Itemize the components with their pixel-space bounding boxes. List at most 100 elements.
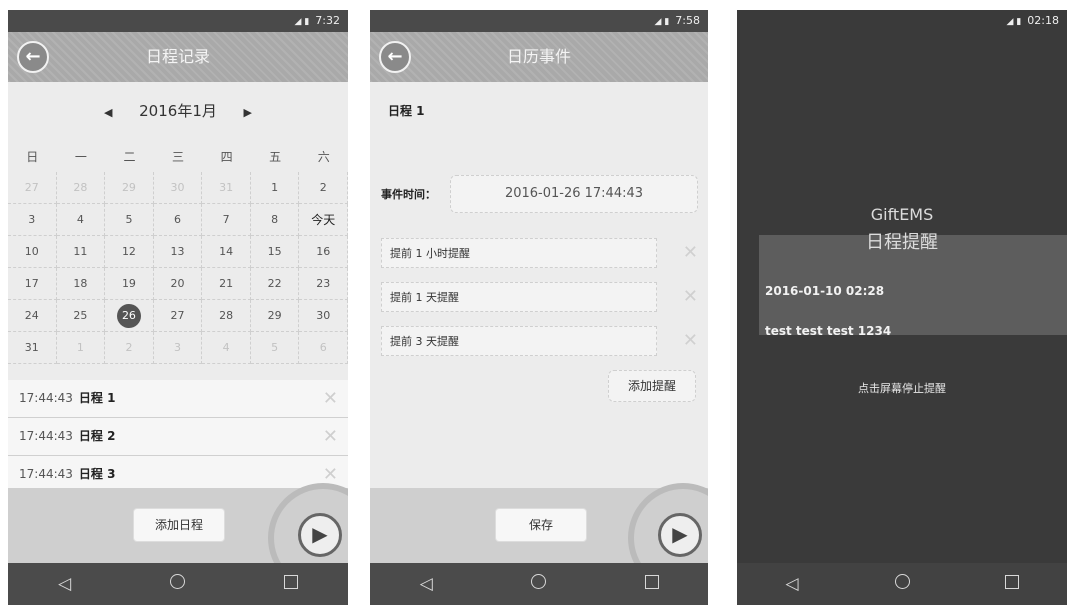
calendar-week: 17 18 19 20 21 22 23: [8, 268, 348, 300]
event-name: 日程 3: [78, 467, 116, 481]
calendar-day[interactable]: 25: [56, 300, 106, 332]
calendar-day[interactable]: 5: [250, 332, 300, 364]
calendar-day[interactable]: 4: [202, 332, 251, 364]
signal-icon: ◢ ▮: [294, 17, 310, 27]
selected-day-label: 26: [116, 304, 141, 328]
event-time-field[interactable]: 2016-01-26 17:44:43: [450, 175, 698, 213]
reminder-item[interactable]: 提前 3 天提醒: [381, 326, 657, 356]
close-icon[interactable]: ✕: [683, 242, 698, 263]
event-detail-screen: ◢ ▮ 7:58 ← 日历事件 日程 1 事件时间： 2016-01-26 17:…: [370, 10, 708, 605]
calendar-day[interactable]: 18: [56, 268, 106, 300]
play-icon[interactable]: ▶: [658, 513, 702, 557]
calendar-day[interactable]: 8: [250, 204, 300, 236]
weekday-label: 三: [172, 150, 185, 164]
calendar-day[interactable]: 20: [153, 268, 203, 300]
close-icon[interactable]: ✕: [323, 418, 338, 455]
app-name: GiftEMS: [870, 205, 934, 224]
alarm-title: 日程提醒: [866, 232, 938, 253]
home-circle-icon[interactable]: [887, 574, 917, 594]
recents-square-icon[interactable]: [997, 574, 1027, 594]
calendar-day[interactable]: 1: [56, 332, 106, 364]
calendar-day[interactable]: 1: [250, 172, 300, 204]
close-icon[interactable]: ✕: [683, 286, 698, 307]
weekday-label: 二: [123, 150, 136, 164]
calendar-screen: ◢ ▮ 7:32 ← 日程记录 ◀ 2016年1月 ▶ 日 一 二 三 四 五 六…: [8, 10, 348, 605]
bottom-toolbar: 保存 ▶: [370, 483, 708, 593]
calendar-day[interactable]: 3: [8, 204, 57, 236]
stop-hint[interactable]: 点击屏幕停止提醒: [737, 380, 1067, 396]
calendar-day[interactable]: 3: [153, 332, 203, 364]
calendar-day[interactable]: 6: [299, 332, 348, 364]
calendar-day[interactable]: 5: [105, 204, 154, 236]
calendar-day[interactable]: 30: [299, 300, 348, 332]
calendar-day[interactable]: 2: [105, 332, 154, 364]
calendar-day[interactable]: 24: [8, 300, 57, 332]
back-triangle-icon[interactable]: ◁: [777, 574, 807, 594]
calendar-day[interactable]: 14: [202, 236, 251, 268]
calendar-day[interactable]: 13: [153, 236, 203, 268]
calendar-day[interactable]: 4: [56, 204, 106, 236]
home-circle-icon[interactable]: [163, 574, 193, 594]
reminder-item[interactable]: 提前 1 天提醒: [381, 282, 657, 312]
calendar-grid: 日 一 二 三 四 五 六 27 28 29 30 31 1 2 3 4 5 6…: [8, 142, 348, 364]
prev-month-icon[interactable]: ◀: [98, 106, 118, 119]
home-circle-icon[interactable]: [524, 574, 554, 594]
reminder-item[interactable]: 提前 1 小时提醒: [381, 238, 657, 268]
back-triangle-icon[interactable]: ◁: [411, 574, 441, 594]
weekday-label: 一: [74, 150, 87, 164]
calendar-day[interactable]: 31: [202, 172, 251, 204]
calendar-day[interactable]: 7: [202, 204, 251, 236]
status-bar: ◢ ▮ 7:32: [8, 10, 348, 32]
close-icon[interactable]: ✕: [683, 330, 698, 351]
system-nav-bar: ◁: [370, 563, 708, 605]
calendar-day[interactable]: 22: [250, 268, 300, 300]
add-schedule-button[interactable]: 添加日程: [133, 508, 225, 542]
list-item[interactable]: 17:44:43 日程 1 ✕: [8, 380, 348, 418]
today-cell[interactable]: 今天: [299, 204, 348, 236]
calendar-day[interactable]: 15: [250, 236, 300, 268]
calendar-week: 3 4 5 6 7 8 今天: [8, 204, 348, 236]
calendar-day[interactable]: 21: [202, 268, 251, 300]
calendar-day[interactable]: 12: [105, 236, 154, 268]
event-list: 17:44:43 日程 1 ✕ 17:44:43 日程 2 ✕ 17:44:43 日程 3…: [8, 380, 348, 494]
event-name: 日程 2: [78, 429, 116, 443]
calendar-day[interactable]: 23: [299, 268, 348, 300]
status-time: 7:32: [315, 14, 340, 27]
weekday-header: 日 一 二 三 四 五 六: [8, 142, 348, 172]
event-time-row: 事件时间： 2016-01-26 17:44:43: [370, 175, 708, 215]
selected-day[interactable]: 26: [105, 300, 154, 332]
recents-square-icon[interactable]: [637, 574, 667, 594]
calendar-day[interactable]: 31: [8, 332, 57, 364]
calendar-day[interactable]: 10: [8, 236, 57, 268]
calendar-day[interactable]: 19: [105, 268, 154, 300]
list-item[interactable]: 17:44:43 日程 2 ✕: [8, 418, 348, 456]
calendar-day[interactable]: 29: [105, 172, 154, 204]
play-icon[interactable]: ▶: [298, 513, 342, 557]
calendar-day[interactable]: 16: [299, 236, 348, 268]
weekday-label: 五: [269, 150, 282, 164]
calendar-day[interactable]: 28: [56, 172, 106, 204]
calendar-day[interactable]: 2: [299, 172, 348, 204]
weekday-label: 六: [317, 150, 330, 164]
calendar-day[interactable]: 11: [56, 236, 106, 268]
calendar-day[interactable]: 17: [8, 268, 57, 300]
calendar-day[interactable]: 27: [153, 300, 203, 332]
next-month-icon[interactable]: ▶: [238, 106, 258, 119]
alarm-message: test test test 1234: [765, 324, 892, 338]
reminder-alarm-screen[interactable]: ◢ ▮ 02:18 GiftEMS 日程提醒 2016-01-10 02:28 t…: [737, 10, 1067, 605]
calendar-day[interactable]: 30: [153, 172, 203, 204]
signal-icon: ◢ ▮: [654, 17, 670, 27]
alarm-datetime: 2016-01-10 02:28: [765, 284, 885, 298]
title-bar: ← 日历事件: [370, 32, 708, 82]
calendar-day[interactable]: 28: [202, 300, 251, 332]
save-button[interactable]: 保存: [495, 508, 587, 542]
add-reminder-button[interactable]: 添加提醒: [608, 370, 696, 402]
back-triangle-icon[interactable]: ◁: [50, 574, 80, 594]
calendar-day[interactable]: 27: [8, 172, 57, 204]
close-icon[interactable]: ✕: [323, 380, 338, 417]
event-name-field[interactable]: 日程 1: [388, 102, 425, 119]
calendar-day[interactable]: 29: [250, 300, 300, 332]
recents-square-icon[interactable]: [276, 574, 306, 594]
page-title: 日历事件: [506, 47, 571, 66]
calendar-day[interactable]: 6: [153, 204, 203, 236]
